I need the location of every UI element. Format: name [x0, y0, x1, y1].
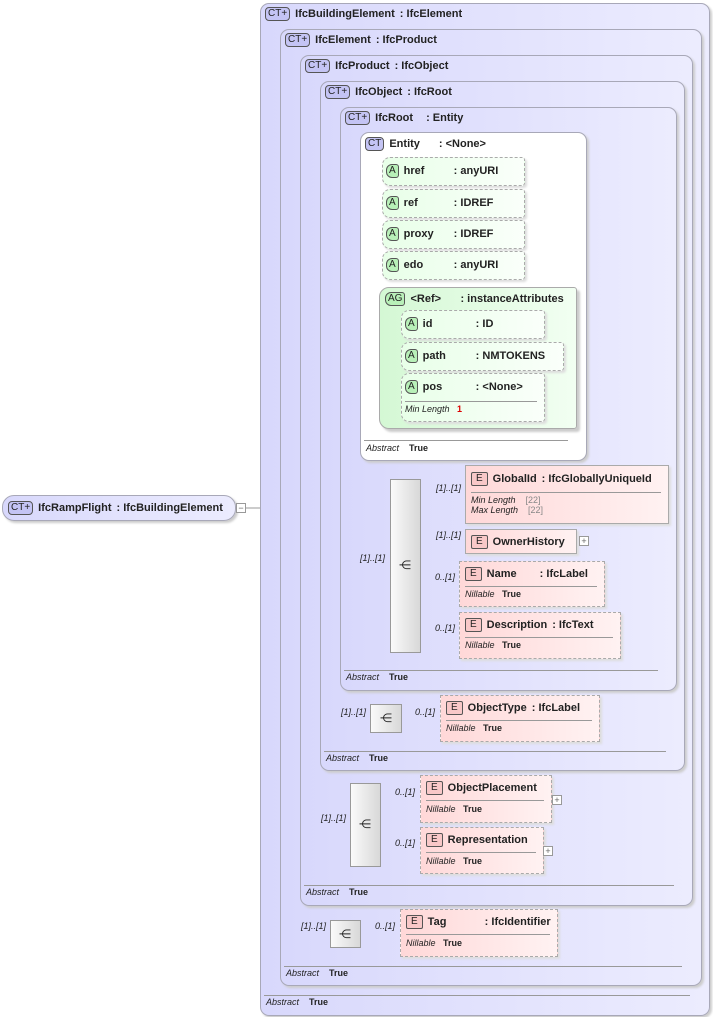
element-icon: E — [471, 535, 488, 549]
complex-type-plus-icon: CT+ — [8, 501, 34, 515]
type-base: : IfcObject — [394, 60, 449, 72]
cardinality: 0..[1] — [395, 787, 416, 797]
complex-type-plus-icon: CT+ — [285, 33, 311, 47]
collapse-icon[interactable]: − — [236, 503, 246, 513]
abstract-footer: Abstract True — [346, 672, 409, 682]
type-name: IfcProduct — [335, 60, 390, 72]
element-ownerhistory[interactable]: E OwnerHistory — [465, 529, 577, 554]
abstract-footer: Abstract True — [306, 887, 369, 897]
attribute-icon: A — [386, 164, 399, 178]
cardinality: [1]..[1] — [321, 813, 347, 823]
attribute-edo[interactable]: Aedo: anyURI — [382, 251, 525, 280]
element-icon: E — [446, 701, 463, 715]
type-name: IfcRoot — [375, 112, 414, 124]
type-name: IfcObject — [355, 86, 403, 98]
cardinality: [1]..[1] — [436, 530, 462, 540]
complex-type-plus-icon: CT+ — [345, 111, 371, 125]
type-name: IfcElement — [315, 34, 371, 46]
attribute-icon: A — [405, 349, 418, 363]
element-name[interactable]: E Name: IfcLabel Nillable True — [459, 561, 605, 607]
type-base: : Entity — [426, 112, 464, 124]
type-name: IfcBuildingElement — [295, 8, 395, 20]
root-type: : IfcBuildingElement — [116, 502, 223, 514]
abstract-footer: Abstract True — [266, 997, 329, 1007]
attribute-icon: A — [405, 380, 418, 394]
attribute-icon: A — [386, 258, 399, 272]
attribute-path[interactable]: Apath: NMTOKENS — [401, 342, 564, 371]
sequence-compositor-icon[interactable]: ⋲ — [390, 479, 421, 653]
element-icon: E — [465, 567, 482, 581]
sequence-compositor-icon[interactable]: ⋲ — [330, 920, 361, 948]
cardinality: [1]..[1] — [360, 553, 386, 563]
root-complex-type-ifcrampflight[interactable]: CT+ IfcRampFlight : IfcBuildingElement — [2, 495, 236, 521]
type-header: CT+ IfcProduct : IfcObject — [305, 59, 448, 73]
abstract-footer: Abstract True — [286, 968, 349, 978]
cardinality: 0..[1] — [395, 838, 416, 848]
attribute-icon: A — [386, 196, 399, 210]
cardinality: 0..[1] — [435, 572, 456, 582]
complex-type-plus-icon: CT+ — [265, 7, 291, 21]
element-objectplacement[interactable]: E ObjectPlacement Nillable True — [420, 775, 552, 823]
abstract-footer: Abstract True — [326, 753, 389, 763]
element-icon: E — [406, 915, 423, 929]
attribute-group-icon: AG — [385, 292, 406, 306]
element-icon: E — [471, 472, 488, 486]
type-base: : IfcElement — [399, 8, 463, 20]
cardinality: 0..[1] — [435, 623, 456, 633]
expand-icon[interactable]: + — [579, 536, 589, 546]
element-representation[interactable]: E Representation Nillable True — [420, 827, 544, 874]
type-header: CT+ IfcBuildingElement : IfcElement — [265, 7, 462, 21]
expand-icon[interactable]: + — [552, 795, 562, 805]
element-tag[interactable]: E Tag: IfcIdentifier Nillable True — [400, 909, 558, 957]
root-name: IfcRampFlight — [38, 502, 112, 514]
element-description[interactable]: E Description: IfcText Nillable True — [459, 612, 621, 659]
cardinality: [1]..[1] — [341, 707, 367, 717]
cardinality: [1]..[1] — [301, 921, 327, 931]
type-name: Entity — [389, 138, 420, 150]
element-icon: E — [426, 781, 443, 795]
complex-type-plus-icon: CT+ — [325, 85, 351, 99]
attribute-href[interactable]: Ahref: anyURI — [382, 157, 525, 186]
type-header: CT+ IfcElement : IfcProduct — [285, 33, 437, 47]
attribute-ref[interactable]: Aref: IDREF — [382, 189, 525, 218]
cardinality: 0..[1] — [415, 707, 436, 717]
attribute-id[interactable]: Aid: ID — [401, 310, 545, 339]
attribute-icon: A — [405, 317, 418, 331]
type-base: : IfcProduct — [375, 34, 437, 46]
sequence-compositor-icon[interactable]: ⋲ — [370, 704, 402, 733]
attribute-proxy[interactable]: Aproxy: IDREF — [382, 220, 525, 249]
abstract-footer: Abstract True — [366, 443, 429, 453]
type-header: CT+ IfcRoot : Entity — [345, 111, 463, 125]
attribute-icon: A — [386, 227, 399, 241]
expand-icon[interactable]: + — [543, 846, 553, 856]
cardinality: [1]..[1] — [436, 483, 462, 493]
type-base: : IfcRoot — [407, 86, 452, 98]
element-icon: E — [426, 833, 443, 847]
sequence-compositor-icon[interactable]: ⋲ — [350, 783, 381, 867]
type-base: : <None> — [438, 138, 486, 150]
type-header: CT Entity : <None> — [365, 137, 486, 151]
cardinality: 0..[1] — [375, 921, 396, 931]
type-header: CT+ IfcObject : IfcRoot — [325, 85, 452, 99]
complex-type-plus-icon: CT+ — [305, 59, 331, 73]
attribute-pos[interactable]: Apos: <None> Min Length 1 — [401, 373, 545, 422]
element-globalid[interactable]: E GlobalId: IfcGloballyUniqueId Min Length… — [465, 465, 669, 524]
element-objecttype[interactable]: E ObjectType: IfcLabel Nillable True — [440, 695, 600, 742]
element-icon: E — [465, 618, 482, 632]
complex-type-icon: CT — [365, 137, 385, 151]
